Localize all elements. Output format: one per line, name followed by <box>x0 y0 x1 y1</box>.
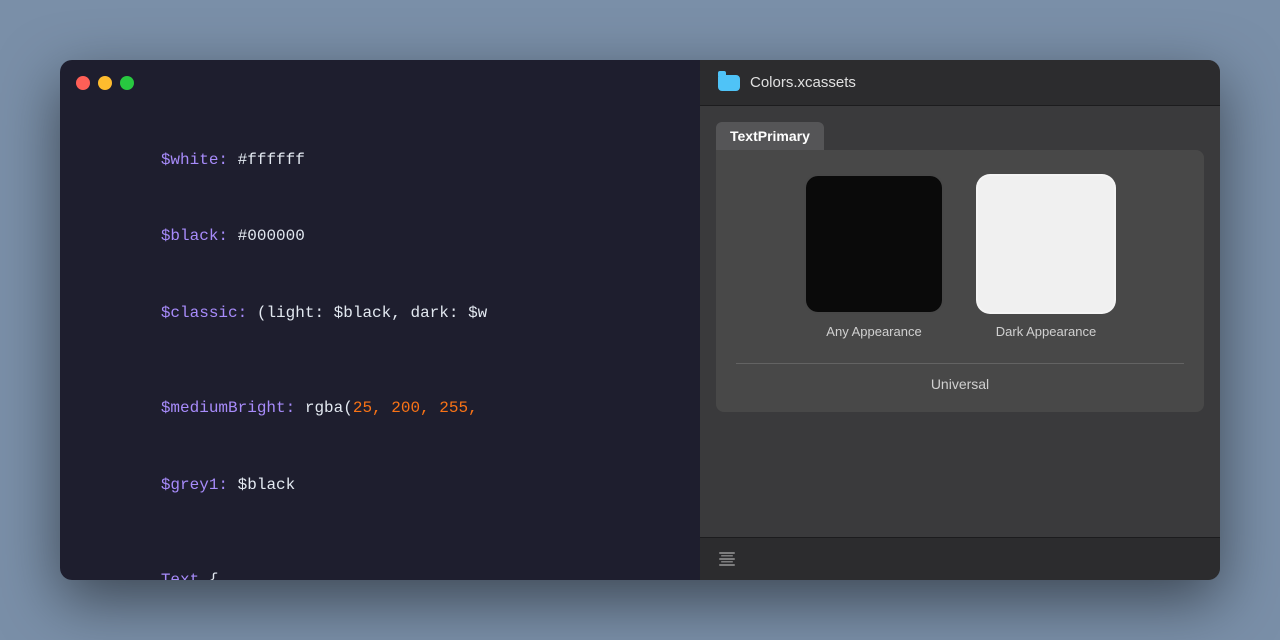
color-swatches: Any Appearance Dark Appearance <box>804 174 1116 339</box>
maximize-button[interactable] <box>120 76 134 90</box>
layers-icon[interactable] <box>716 548 738 570</box>
code-brace-open: { <box>199 571 218 581</box>
code-value-white: #ffffff <box>228 151 305 169</box>
code-line-medium: $mediumBright: rgba(25, 200, 255, <box>84 370 676 447</box>
swatch-light-color[interactable] <box>976 174 1116 314</box>
layers-svg-icon <box>716 548 738 570</box>
app-window: $white: #ffffff $black: #000000 $classic… <box>60 60 1220 580</box>
code-line-text-open: Text { <box>84 542 676 580</box>
minimize-button[interactable] <box>98 76 112 90</box>
code-line-black: $black: #000000 <box>84 199 676 276</box>
swatch-dark-appearance: Dark Appearance <box>976 174 1116 339</box>
code-var-classic: $classic: <box>161 304 247 322</box>
code-var-medium: $mediumBright: <box>161 399 295 417</box>
code-var-black: $black: <box>161 227 228 245</box>
divider <box>736 363 1184 364</box>
code-value-black: #000000 <box>228 227 305 245</box>
code-line-grey: $grey1: $black <box>84 447 676 524</box>
code-line-white: $white: #ffffff <box>84 122 676 199</box>
universal-label: Universal <box>931 376 989 392</box>
code-editor-panel: $white: #ffffff $black: #000000 $classic… <box>60 60 700 580</box>
asset-bottom-bar <box>700 537 1220 580</box>
asset-content: TextPrimary Any Appearance Dark Appearan… <box>700 106 1220 537</box>
code-content: $white: #ffffff $black: #000000 $classic… <box>60 90 700 580</box>
code-value-classic: (light: $black, dark: $w <box>247 304 487 322</box>
code-line-classic: $classic: (light: $black, dark: $w <box>84 276 676 353</box>
swatch-any-label: Any Appearance <box>826 324 921 339</box>
code-value-medium-prefix: rgba( <box>295 399 353 417</box>
asset-catalog-panel: Colors.xcassets TextPrimary Any Appearan… <box>700 60 1220 580</box>
close-button[interactable] <box>76 76 90 90</box>
asset-titlebar: Colors.xcassets <box>700 60 1220 106</box>
swatch-dark-label: Dark Appearance <box>996 324 1096 339</box>
color-preview-area: Any Appearance Dark Appearance Universal <box>716 150 1204 412</box>
swatch-any-appearance: Any Appearance <box>804 174 944 339</box>
folder-icon <box>718 75 740 91</box>
asset-title: Colors.xcassets <box>750 74 856 91</box>
color-name-tab[interactable]: TextPrimary <box>716 122 824 150</box>
code-keyword-text: Text <box>161 571 199 581</box>
code-number-medium: 25, 200, 255, <box>353 399 478 417</box>
title-bar <box>60 60 700 90</box>
code-var-white: $white: <box>161 151 228 169</box>
code-var-grey: $grey1: <box>161 476 228 494</box>
code-value-grey: $black <box>228 476 295 494</box>
swatch-dark-color[interactable] <box>804 174 944 314</box>
